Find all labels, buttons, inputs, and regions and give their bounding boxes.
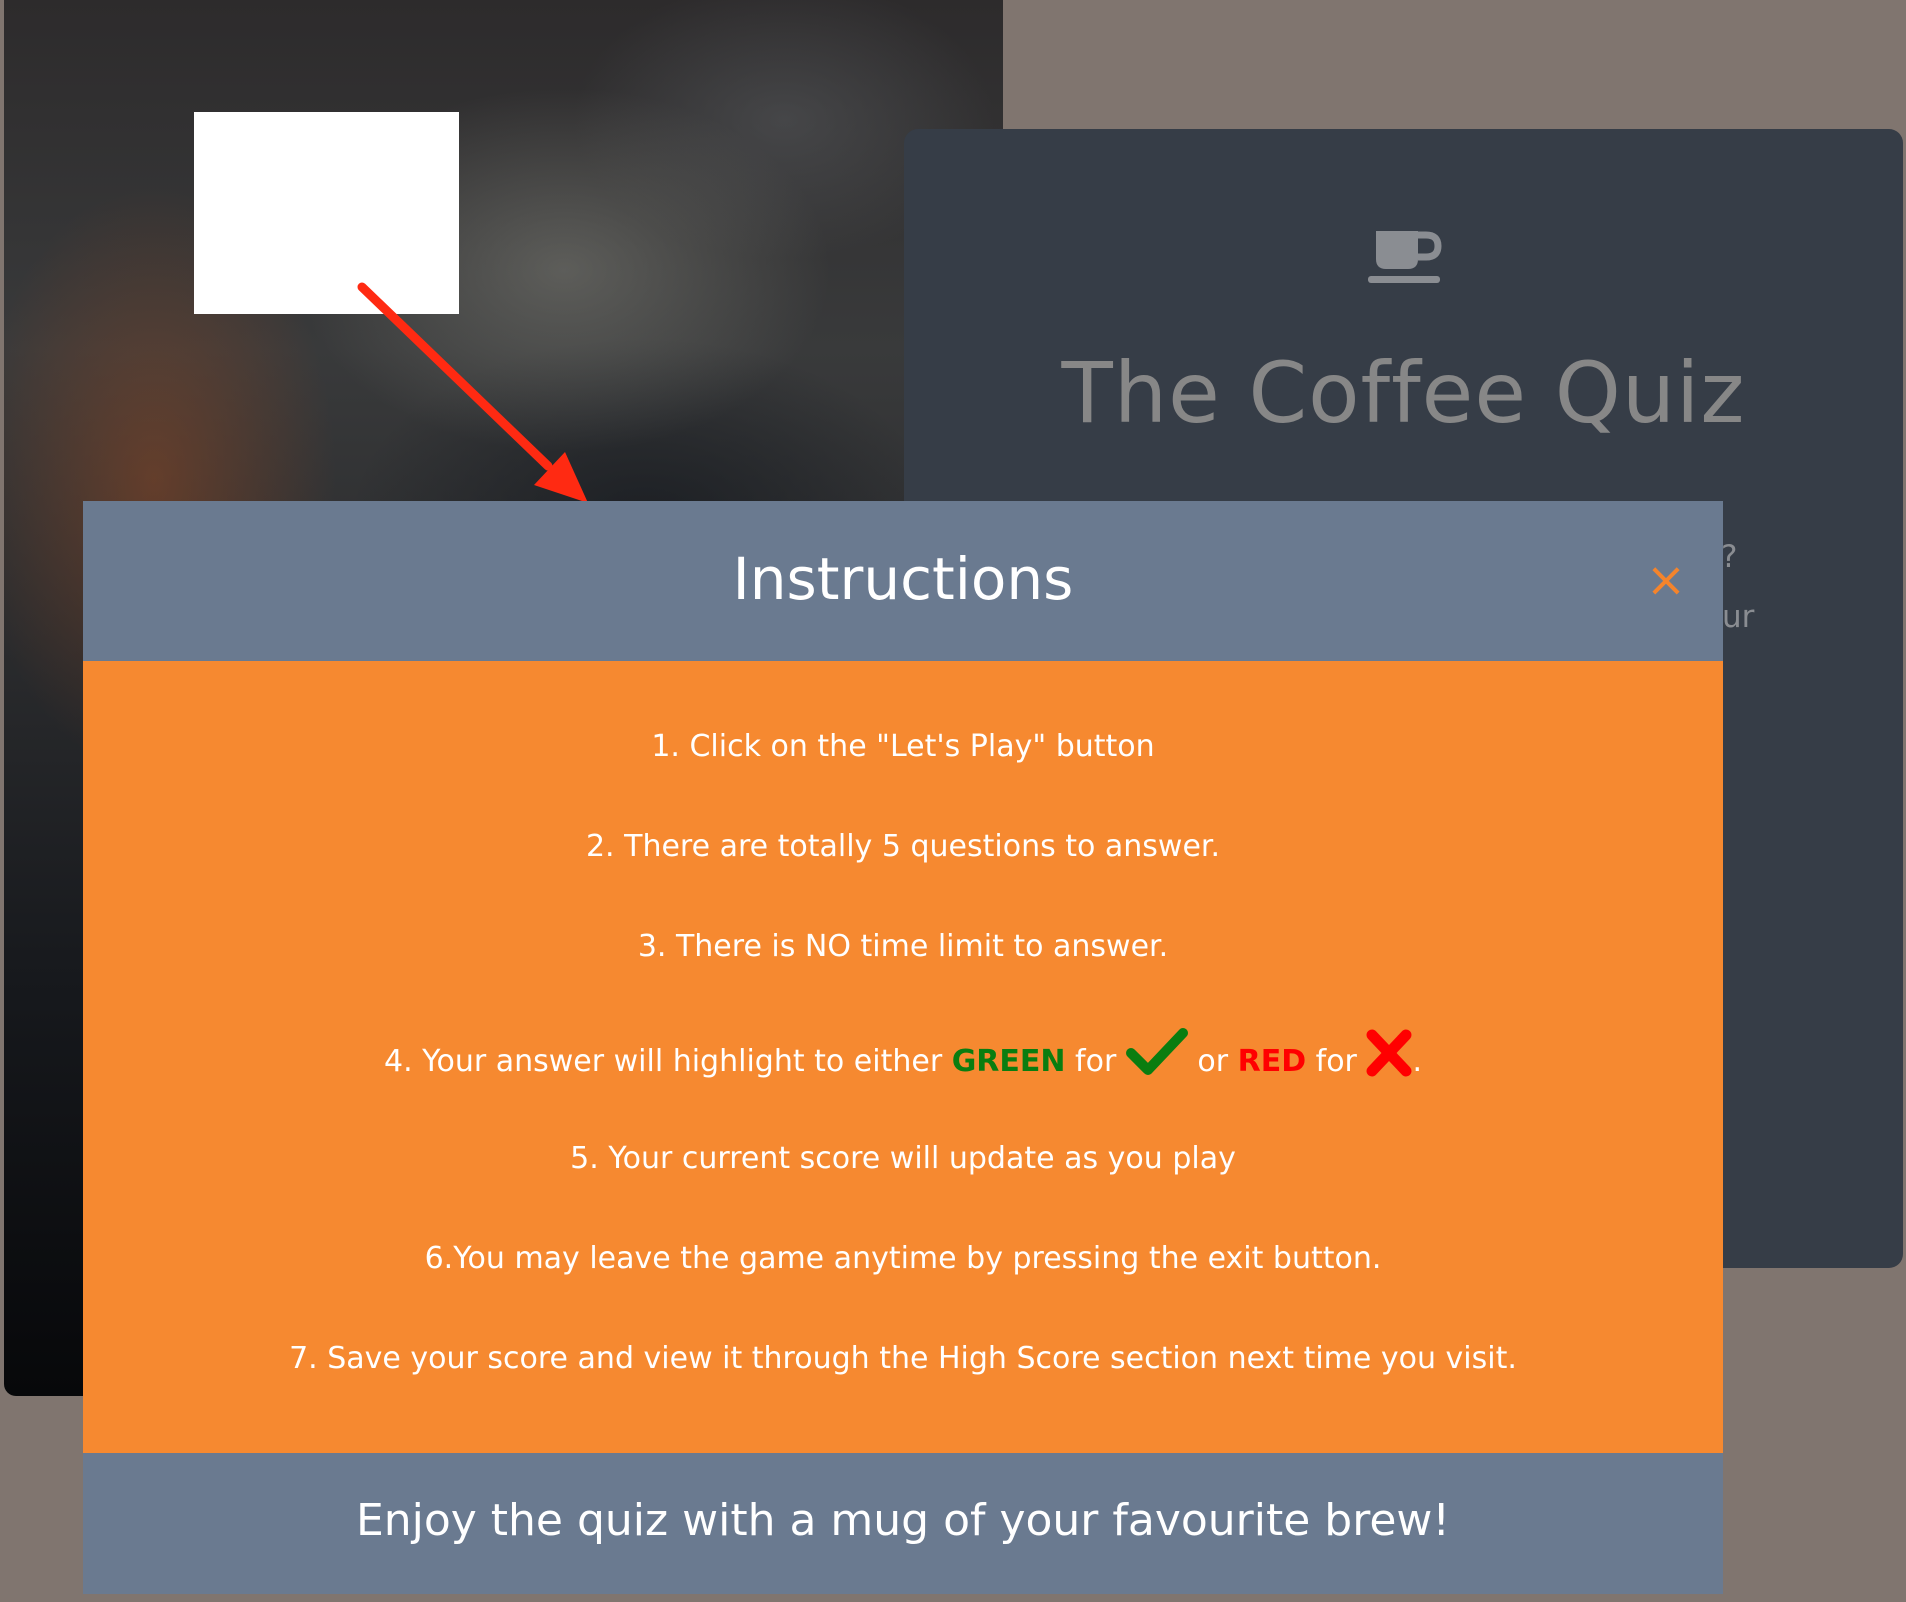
instruction-step-6: 6.You may leave the game anytime by pres… <box>424 1241 1382 1276</box>
step-4-or: or <box>1187 1044 1238 1079</box>
modal-footer: Enjoy the quiz with a mug of your favour… <box>83 1453 1723 1594</box>
modal-title: Instructions <box>732 545 1074 613</box>
modal-body: 1. Click on the "Let's Play" button 2. T… <box>83 661 1723 1453</box>
step-4-end: . <box>1412 1044 1422 1079</box>
green-label: GREEN <box>951 1044 1066 1079</box>
instruction-step-4: 4. Your answer will highlight to either … <box>83 1027 1723 1079</box>
instruction-step-1: 1. Click on the "Let's Play" button <box>651 729 1155 764</box>
cross-icon <box>1366 1029 1412 1077</box>
step-4-prefix: 4. Your answer will highlight to either <box>384 1044 952 1079</box>
step-4-for-2: for <box>1306 1044 1367 1079</box>
instruction-step-2: 2. There are totally 5 questions to answ… <box>585 829 1221 864</box>
card-text-fragment: ? <box>1721 539 1738 575</box>
modal-header: Instructions × <box>83 501 1723 661</box>
step-4-for: for <box>1065 1044 1126 1079</box>
instruction-step-3: 3. There is NO time limit to answer. <box>637 929 1169 964</box>
quiz-title: The Coffee Quiz <box>1061 344 1746 442</box>
footer-message: Enjoy the quiz with a mug of your favour… <box>355 1495 1451 1546</box>
checkmark-icon <box>1125 1028 1188 1075</box>
instruction-step-7: 7. Save your score and view it through t… <box>289 1341 1517 1376</box>
instructions-modal: Instructions × 1. Click on the "Let's Pl… <box>83 501 1723 1594</box>
coffee-cup-icon <box>1368 231 1442 283</box>
white-placeholder-box <box>194 112 459 314</box>
instruction-step-5: 5. Your current score will update as you… <box>570 1141 1236 1176</box>
card-text-fragment: ur <box>1722 599 1755 635</box>
red-label: RED <box>1237 1044 1307 1079</box>
close-icon[interactable]: × <box>1641 553 1691 607</box>
